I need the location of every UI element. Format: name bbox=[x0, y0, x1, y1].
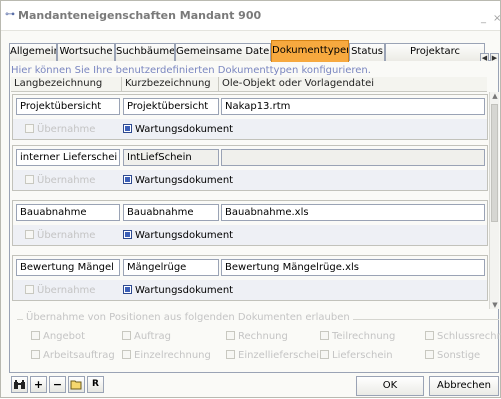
rechnung-checkbox[interactable]: Rechnung bbox=[226, 331, 288, 342]
cancel-button[interactable]: Abbrechen bbox=[429, 376, 499, 396]
column-header-ole[interactable]: Ole-Objekt oder Vorlagendatei bbox=[219, 77, 487, 91]
hint-text: Hier können Sie Ihre benutzerdefinierten… bbox=[11, 65, 371, 76]
wartungsdokument-label: Wartungsdokument bbox=[135, 124, 234, 135]
add-button[interactable]: + bbox=[30, 376, 47, 393]
transfer-fieldset bbox=[17, 319, 499, 369]
vertical-scrollbar[interactable]: ▲ ▼ bbox=[489, 92, 499, 309]
checkbox-box-icon bbox=[25, 285, 34, 294]
checkbox-box-icon bbox=[320, 331, 329, 340]
close-button[interactable]: × bbox=[493, 13, 501, 24]
arbeitsauftrag-checkbox[interactable]: Arbeitsauftrag bbox=[31, 350, 115, 361]
wartungsdokument-label: Wartungsdokument bbox=[135, 230, 234, 241]
uebernahme-label: Übernahme bbox=[37, 285, 96, 296]
wartungsdokument-checkbox[interactable]: Wartungsdokument bbox=[123, 174, 233, 188]
wartungsdokument-checkbox[interactable]: Wartungsdokument bbox=[123, 229, 233, 243]
checkbox-checked-icon bbox=[123, 230, 132, 239]
checkbox-box-icon bbox=[122, 350, 131, 359]
wartungsdokument-label: Wartungsdokument bbox=[135, 175, 234, 186]
wartungsdokument-checkbox[interactable]: Wartungsdokument bbox=[123, 284, 233, 298]
checkbox-box-icon bbox=[226, 331, 235, 340]
checkbox-box-icon bbox=[425, 350, 434, 359]
remove-button[interactable]: − bbox=[49, 376, 66, 393]
checkbox-box-icon bbox=[25, 175, 34, 184]
uebernahme-label: Übernahme bbox=[37, 175, 96, 186]
checkbox-box-icon bbox=[31, 331, 40, 340]
properties-icon[interactable]: R bbox=[87, 376, 104, 393]
tab-gemeinsame-daten[interactable]: Gemeinsame Daten bbox=[175, 43, 271, 61]
checkbox-box-icon bbox=[320, 350, 329, 359]
header-divider bbox=[11, 91, 487, 92]
ole-file-field[interactable] bbox=[221, 149, 485, 166]
tab-suchbaeume[interactable]: Suchbäume bbox=[115, 43, 175, 61]
tab-status[interactable]: Status bbox=[349, 43, 385, 61]
wartungsdokument-label: Wartungsdokument bbox=[135, 285, 234, 296]
title-bar: ⊶ Mandanteneigenschaften Mandant 900 _ × bbox=[1, 1, 501, 31]
lieferschein-checkbox[interactable]: Lieferschein bbox=[320, 350, 393, 361]
schlussrechnung-checkbox[interactable]: Schlussrechnung bbox=[425, 331, 501, 342]
teilrechnung-checkbox[interactable]: Teilrechnung bbox=[320, 331, 395, 342]
long-name-field[interactable]: interner Lieferschei bbox=[16, 149, 120, 166]
checkbox-box-icon bbox=[31, 350, 40, 359]
long-name-field[interactable]: Bewertung Mängel bbox=[16, 259, 120, 276]
tab-dokumenttypen[interactable]: Dokumenttypen bbox=[271, 40, 349, 62]
properties-dialog: ⊶ Mandanteneigenschaften Mandant 900 _ ×… bbox=[0, 0, 501, 398]
document-type-row: Bauabnahme Bauabnahme Bauabnahme.xls Übe… bbox=[12, 200, 488, 246]
short-name-field[interactable]: IntLiefSchein bbox=[123, 149, 219, 166]
search-binoculars-icon[interactable] bbox=[11, 376, 28, 393]
scroll-down-icon[interactable]: ▼ bbox=[491, 301, 499, 309]
ok-button[interactable]: OK bbox=[356, 376, 424, 396]
uebernahme-checkbox[interactable]: Übernahme bbox=[25, 174, 95, 188]
short-name-field[interactable]: Bauabnahme bbox=[123, 204, 219, 221]
uebernahme-checkbox[interactable]: Übernahme bbox=[25, 229, 95, 243]
sonstige-checkbox[interactable]: Sonstige bbox=[425, 350, 480, 361]
long-name-field[interactable]: Bauabnahme bbox=[16, 204, 120, 221]
checkbox-checked-icon bbox=[123, 124, 132, 133]
uebernahme-label: Übernahme bbox=[37, 124, 96, 135]
tab-projektarchiv[interactable]: Projektarc bbox=[385, 43, 485, 61]
long-name-field[interactable]: Projektübersicht bbox=[16, 98, 120, 115]
checkbox-checked-icon bbox=[123, 285, 132, 294]
tab-wortsuche[interactable]: Wortsuche bbox=[57, 43, 115, 61]
scroll-up-icon[interactable]: ▲ bbox=[491, 92, 499, 100]
wartungsdokument-checkbox[interactable]: Wartungsdokument bbox=[123, 123, 233, 137]
transfer-fieldset-legend: Übernahme von Positionen aus folgenden D… bbox=[23, 312, 353, 323]
checkbox-box-icon bbox=[25, 124, 34, 133]
einzellieferschein-checkbox[interactable]: Einzellieferschein bbox=[226, 350, 325, 361]
scroll-thumb[interactable] bbox=[491, 104, 498, 222]
short-name-field[interactable]: Projektübersicht bbox=[123, 98, 219, 115]
short-name-field[interactable]: Mängelrüge bbox=[123, 259, 219, 276]
document-type-row: interner Lieferschei IntLiefSchein Übern… bbox=[12, 145, 488, 191]
ole-file-field[interactable]: Bauabnahme.xls bbox=[221, 204, 485, 221]
window-title: Mandanteneigenschaften Mandant 900 bbox=[18, 9, 262, 22]
document-type-row: Bewertung Mängel Mängelrüge Bewertung Mä… bbox=[12, 255, 488, 301]
window-key-icon: ⊶ bbox=[5, 9, 15, 20]
column-header-short[interactable]: Kurzbezeichnung bbox=[122, 77, 219, 91]
ole-file-field[interactable]: Nakap13.rtm bbox=[221, 98, 485, 115]
checkbox-box-icon bbox=[25, 230, 34, 239]
uebernahme-label: Übernahme bbox=[37, 230, 96, 241]
uebernahme-checkbox[interactable]: Übernahme bbox=[25, 123, 95, 137]
uebernahme-checkbox[interactable]: Übernahme bbox=[25, 284, 95, 298]
checkbox-box-icon bbox=[122, 331, 131, 340]
tab-strip: Allgemein Wortsuche Suchbäume Gemeinsame… bbox=[9, 40, 499, 62]
auftrag-checkbox[interactable]: Auftrag bbox=[122, 331, 171, 342]
ole-file-field[interactable]: Bewertung Mängelrüge.xls bbox=[221, 259, 485, 276]
checkbox-box-icon bbox=[425, 331, 434, 340]
checkbox-checked-icon bbox=[123, 175, 132, 184]
minimize-button[interactable]: _ bbox=[481, 13, 486, 24]
open-folder-icon[interactable] bbox=[68, 376, 85, 393]
bottom-toolbar: + − R OK Abbrechen bbox=[9, 375, 499, 399]
document-type-row: Projektübersicht Projektübersicht Nakap1… bbox=[12, 94, 488, 140]
angebot-checkbox[interactable]: Angebot bbox=[31, 331, 85, 342]
column-header-long[interactable]: Langbezeichnung bbox=[11, 77, 122, 91]
tab-allgemein[interactable]: Allgemein bbox=[9, 43, 57, 61]
checkbox-box-icon bbox=[226, 350, 235, 359]
einzelrechnung-checkbox[interactable]: Einzelrechnung bbox=[122, 350, 211, 361]
